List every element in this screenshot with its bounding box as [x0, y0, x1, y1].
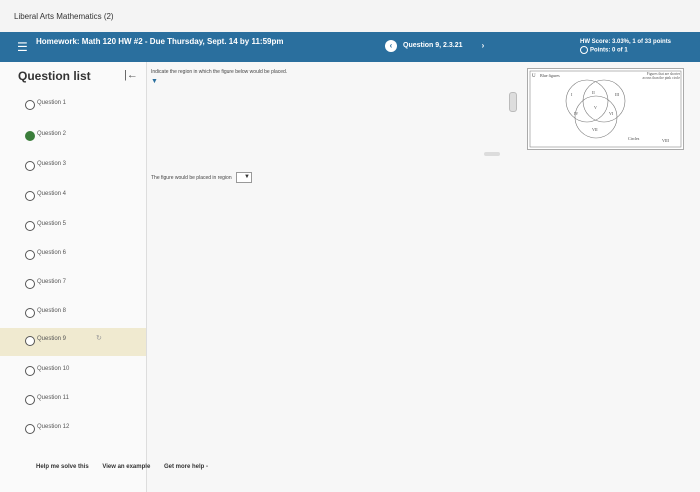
question-item-2[interactable]: Question 2	[0, 123, 146, 151]
status-circle-icon	[25, 191, 35, 201]
region-label: VIII	[662, 138, 670, 143]
app-title-bar: Liberal Arts Mathematics (2)	[0, 0, 700, 33]
question-item-8[interactable]: Question 8	[0, 300, 146, 328]
prev-question-button[interactable]: ‹	[385, 40, 397, 52]
points-row: Points: 0 of 1	[580, 46, 695, 55]
blue-figures-label: Blue figures	[540, 73, 560, 78]
status-circle-icon	[25, 221, 35, 231]
region-label: IV	[574, 111, 578, 116]
question-item-label: Question 6	[37, 250, 67, 256]
hw-score: HW Score: 3.03%, 1 of 33 points	[580, 39, 672, 45]
question-item-3[interactable]: Question 3	[0, 153, 146, 181]
question-item-9[interactable]: Question 9 ↻	[0, 328, 146, 356]
question-item-label: Question 5	[37, 221, 67, 227]
question-item-12[interactable]: Question 12	[0, 416, 146, 444]
region-dropdown[interactable]: ▼	[236, 172, 252, 183]
question-item-label: Question 10	[37, 366, 70, 372]
region-label: VII	[592, 127, 598, 132]
completed-check-icon	[25, 131, 35, 141]
status-circle-icon	[25, 424, 35, 434]
question-item-label: Question 9	[37, 336, 67, 342]
answer-prompt: The figure would be placed in region	[151, 174, 232, 181]
question-instruction: Indicate the region in which the figure …	[151, 69, 288, 75]
side-description: Figures that are shorter across than the…	[642, 72, 680, 81]
question-item-4[interactable]: Question 4	[0, 183, 146, 211]
help-me-solve-link[interactable]: Help me solve this	[36, 464, 89, 470]
question-navigator: ‹ Question 9, 2.3.21 ›	[385, 40, 491, 54]
expand-triangle-icon[interactable]: ▼	[151, 78, 158, 85]
question-item-label: Question 1	[37, 100, 67, 106]
question-item-label: Question 3	[37, 161, 67, 167]
question-list-sidebar: Question list |← Question 1 Question 2 Q…	[0, 62, 147, 492]
universal-set-label: U	[532, 74, 536, 79]
help-footer: Help me solve this View an example Get m…	[36, 464, 220, 470]
score-panel: HW Score: 3.03%, 1 of 33 points Points: …	[580, 38, 695, 55]
circles-label: Circles	[628, 136, 640, 141]
points-status-icon	[580, 46, 588, 54]
get-more-help-link[interactable]: Get more help -	[164, 464, 208, 470]
collapse-sidebar-icon[interactable]: |←	[124, 69, 138, 81]
current-question-icon: ↻	[96, 335, 102, 342]
page: Liberal Arts Mathematics (2) ☰ Homework:…	[0, 0, 700, 492]
menu-icon[interactable]: ☰	[17, 40, 28, 54]
question-item-6[interactable]: Question 6	[0, 242, 146, 270]
status-circle-icon	[25, 366, 35, 376]
assignment-title: Homework: Math 120 HW #2 - Due Thursday,…	[36, 37, 284, 46]
region-label: V	[594, 105, 597, 110]
region-label: III	[615, 92, 620, 97]
view-example-link[interactable]: View an example	[102, 464, 150, 470]
side-description-text: Figures that are shorter across than the…	[642, 72, 680, 81]
dropdown-arrow-icon: ▼	[244, 174, 250, 180]
question-item-label: Question 7	[37, 279, 67, 285]
question-item-label: Question 12	[37, 424, 70, 430]
answer-row: The figure would be placed in region ▼	[151, 172, 252, 183]
question-item-label: Question 11	[37, 395, 69, 401]
question-item-1[interactable]: Question 1	[0, 92, 146, 120]
region-label: VI	[609, 111, 614, 116]
question-item-label: Question 4	[37, 191, 67, 197]
next-question-button[interactable]: ›	[477, 40, 489, 52]
status-circle-icon	[25, 279, 35, 289]
venn-diagram: U Blue figures I II III IV V VI VII VIII…	[529, 70, 682, 148]
app-title: Liberal Arts Mathematics (2)	[14, 12, 114, 21]
assignment-header: ☰ Homework: Math 120 HW #2 - Due Thursda…	[0, 32, 700, 62]
pane-splitter[interactable]	[484, 152, 500, 156]
points: Points: 0 of 1	[590, 47, 628, 54]
question-list-title: Question list	[18, 69, 91, 83]
question-item-7[interactable]: Question 7	[0, 271, 146, 299]
question-item-10[interactable]: Question 10	[0, 358, 146, 386]
question-label: Question 9, 2.3.21	[403, 42, 463, 49]
status-circle-icon	[25, 336, 35, 346]
venn-diagram-figure: U Blue figures I II III IV V VI VII VIII…	[527, 68, 684, 150]
status-circle-icon	[25, 250, 35, 260]
status-circle-icon	[25, 100, 35, 110]
status-circle-icon	[25, 308, 35, 318]
question-item-label: Question 8	[37, 308, 67, 314]
question-item-5[interactable]: Question 5	[0, 213, 146, 241]
question-item-label: Question 2	[37, 131, 67, 137]
resize-handle[interactable]	[509, 92, 517, 112]
status-circle-icon	[25, 161, 35, 171]
question-item-11[interactable]: Question 11	[0, 387, 146, 415]
status-circle-icon	[25, 395, 35, 405]
